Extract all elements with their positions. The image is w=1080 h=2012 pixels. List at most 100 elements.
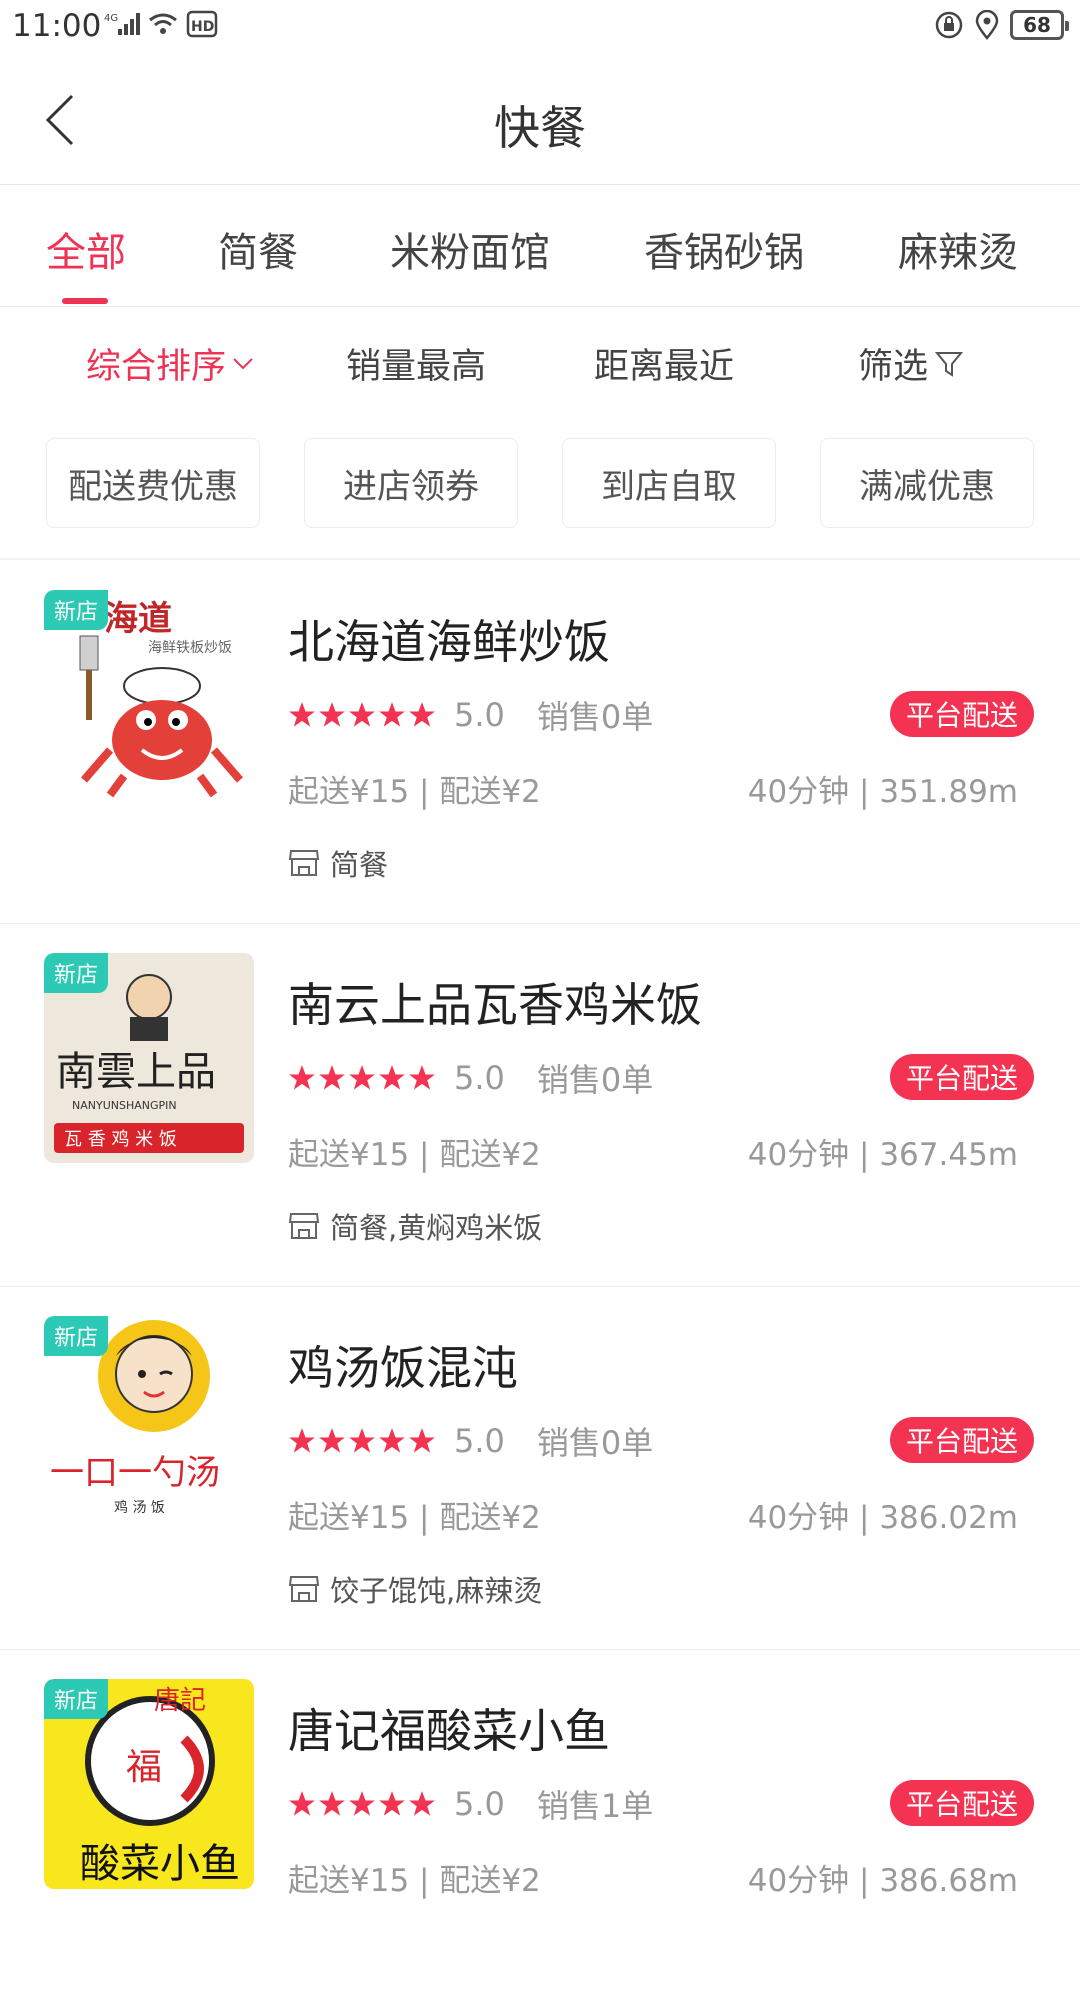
battery-icon: 68 [1010,10,1069,40]
star-icon [349,1791,375,1816]
star-icon [379,702,405,727]
new-store-badge: 新店 [44,590,109,630]
star-icon [379,1428,405,1453]
filter-button[interactable]: 筛选 [858,338,964,389]
shop-item[interactable]: 海道 海鲜铁板炒饭 新店 北海道海鲜炒饭 5.0 销售0单 平台配送 起送¥15… [0,560,1080,924]
shop-name: 鸡汤饭混沌 [288,1341,518,1395]
delivery-fees: 起送¥15 | 配送¥2 [288,1863,541,1899]
sort-sales[interactable]: 销量最高 [346,338,486,389]
star-icon [319,1791,345,1816]
delivery-fees: 起送¥15 | 配送¥2 [288,1500,541,1536]
page-title: 快餐 [494,101,586,155]
eta-distance: 40分钟 | 351.89m [747,774,1018,810]
svg-text:HD: HD [191,19,214,35]
sort-comprehensive-label: 综合排序 [86,347,227,387]
filter-icon [934,351,964,377]
star-icon [349,702,375,727]
nav-bar: 快餐 [0,56,1080,185]
tab-simple-meal[interactable]: 简餐 [218,220,298,278]
star-rating [288,701,436,729]
sort-distance[interactable]: 距离最近 [594,338,734,389]
star-icon [409,1791,435,1816]
shop-category: 饺子馄饨,麻辣烫 [330,1574,543,1608]
platform-delivery-badge: 平台配送 [889,691,1034,737]
svg-text:福: 福 [126,1747,162,1788]
chip-full-reduction[interactable]: 满减优惠 [820,438,1034,528]
status-bar: 11:00 4G HD 68 [0,0,1080,56]
svg-text:鸡 汤 饭: 鸡 汤 饭 [114,1499,165,1516]
platform-delivery-badge: 平台配送 [889,1417,1034,1463]
shop-logo: 海道 海鲜铁板炒饭 新店 [44,590,254,800]
platform-delivery-badge: 平台配送 [889,1780,1034,1826]
platform-delivery-badge: 平台配送 [889,1054,1034,1100]
chip-self-pickup[interactable]: 到店自取 [562,438,776,528]
new-store-badge: 新店 [44,953,109,993]
shop-logo: 一口一勺汤 鸡 汤 饭 新店 [44,1316,254,1526]
rating-score: 5.0 [454,1059,505,1097]
rating-row: 5.0 销售1单 [288,1784,654,1825]
sort-comprehensive[interactable]: 综合排序 [86,338,254,389]
rating-score: 5.0 [454,1785,505,1823]
new-store-badge: 新店 [44,1679,109,1719]
tab-malatang[interactable]: 麻辣烫 [898,220,1018,278]
svg-text:NANYUNSHANGPIN: NANYUNSHANGPIN [72,1099,177,1112]
svg-text:海道: 海道 [104,599,172,639]
shop-category: 简餐 [330,848,389,882]
star-rating [288,1427,436,1455]
sales-count: 销售0单 [536,1424,654,1462]
star-icon [319,1428,345,1453]
svg-text:酸菜小鱼: 酸菜小鱼 [80,1841,240,1887]
star-icon [379,1791,405,1816]
rating-score: 5.0 [454,1422,505,1460]
svg-text:南雲上品: 南雲上品 [56,1049,216,1095]
status-icons-left: 4G HD [104,10,218,38]
shop-category: 简餐,黄焖鸡米饭 [330,1211,543,1245]
hd-icon: HD [186,10,218,38]
shop-item[interactable]: 唐記 福 酸菜小鱼 新店 唐记福酸菜小鱼 5.0 销售1单 平台配送 起送¥15… [0,1649,1080,2012]
sales-count: 销售0单 [536,1061,654,1099]
svg-text:4G: 4G [104,13,118,24]
shop-item[interactable]: 一口一勺汤 鸡 汤 饭 新店 鸡汤饭混沌 5.0 销售0单 平台配送 起送¥15… [0,1286,1080,1650]
lock-rotation-icon [935,11,963,39]
category-row: 简餐,黄焖鸡米饭 [288,1205,542,1247]
shop-item[interactable]: 南雲上品 NANYUNSHANGPIN 瓦 香 鸡 米 饭 新店 南云上品瓦香鸡… [0,923,1080,1287]
star-rating [288,1790,436,1818]
star-icon [289,1791,315,1816]
chip-delivery-discount[interactable]: 配送费优惠 [46,438,260,528]
svg-text:瓦 香 鸡 米 饭: 瓦 香 鸡 米 饭 [64,1129,177,1150]
chip-store-coupon[interactable]: 进店领券 [304,438,518,528]
eta-distance: 40分钟 | 386.02m [747,1500,1018,1536]
svg-text:唐記: 唐記 [154,1686,206,1716]
tab-all[interactable]: 全部 [46,220,126,278]
filter-chips: 配送费优惠 进店领券 到店自取 满减优惠 [0,438,1080,530]
sales-count: 销售1单 [536,1787,654,1825]
new-store-badge: 新店 [44,1316,109,1356]
shop-logo: 唐記 福 酸菜小鱼 新店 [44,1679,254,1889]
svg-text:一口一勺汤: 一口一勺汤 [50,1453,220,1493]
status-icons-right: 68 [934,10,1069,40]
shop-name: 唐记福酸菜小鱼 [288,1704,610,1758]
tab-pot[interactable]: 香锅砂锅 [644,220,804,278]
tab-rice-noodle[interactable]: 米粉面馆 [390,220,550,278]
category-tabs: 全部 简餐 米粉面馆 香锅砂锅 麻辣烫 [0,186,1080,307]
delivery-fees: 起送¥15 | 配送¥2 [288,1137,541,1173]
star-icon [349,1065,375,1090]
tab-indicator [62,298,108,304]
star-icon [289,1065,315,1090]
category-row: 简餐 [288,842,388,884]
filter-label: 筛选 [858,347,929,387]
svg-text:海鲜铁板炒饭: 海鲜铁板炒饭 [148,640,232,656]
star-icon [289,702,315,727]
rating-row: 5.0 销售0单 [288,1058,654,1099]
delivery-fees: 起送¥15 | 配送¥2 [288,774,541,810]
star-icon [409,1428,435,1453]
shop-name: 北海道海鲜炒饭 [288,615,610,669]
store-icon [288,1576,320,1602]
store-icon [288,1213,320,1239]
store-icon [288,850,320,876]
star-icon [349,1428,375,1453]
star-icon [319,1065,345,1090]
location-icon [975,10,999,40]
sort-sales-label: 销量最高 [346,347,487,387]
eta-distance: 40分钟 | 386.68m [747,1863,1018,1899]
